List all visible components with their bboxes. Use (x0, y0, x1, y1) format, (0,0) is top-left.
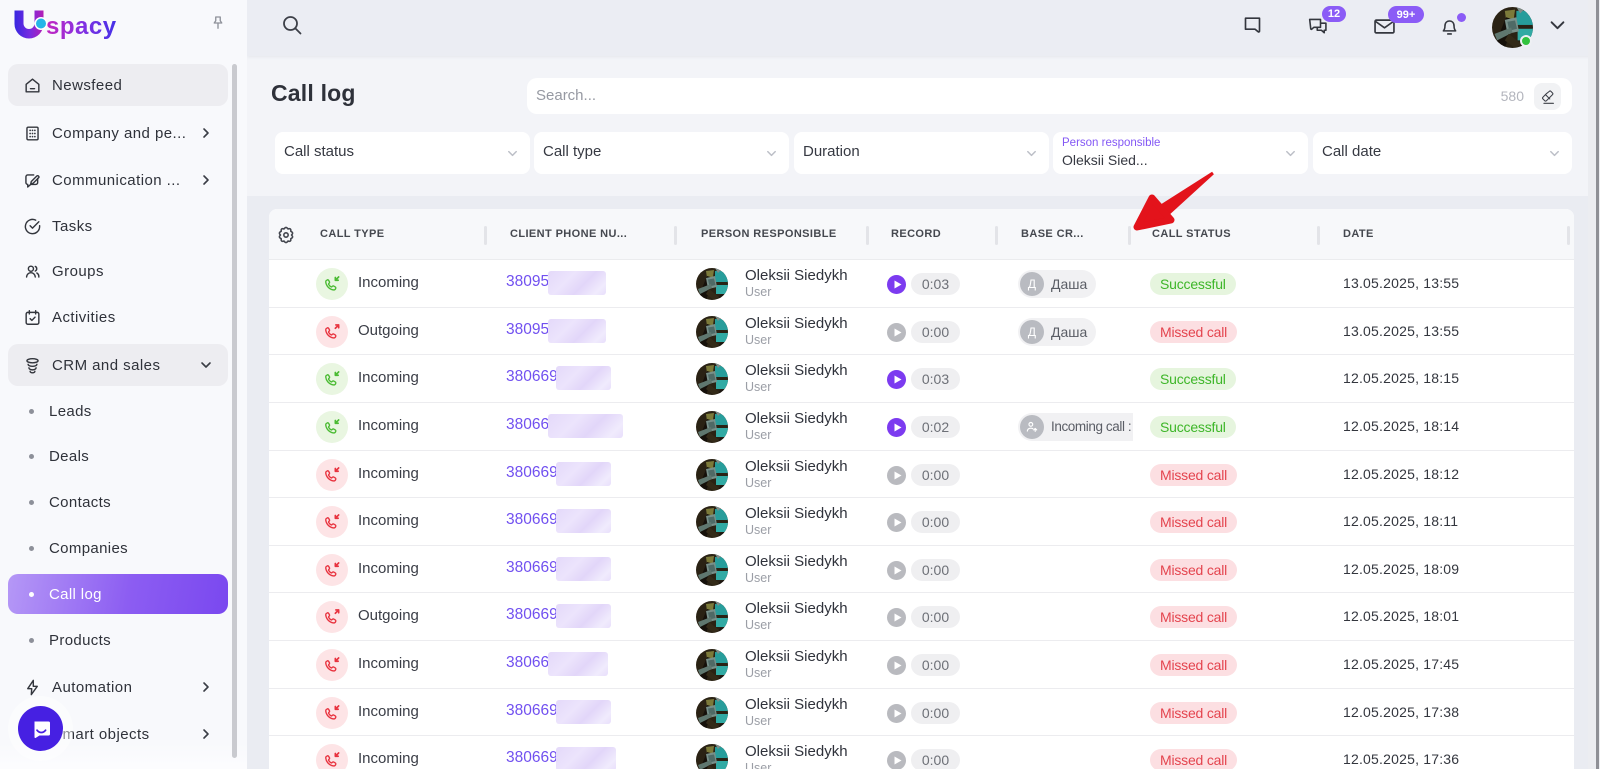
svg-text:spacy: spacy (46, 13, 117, 40)
